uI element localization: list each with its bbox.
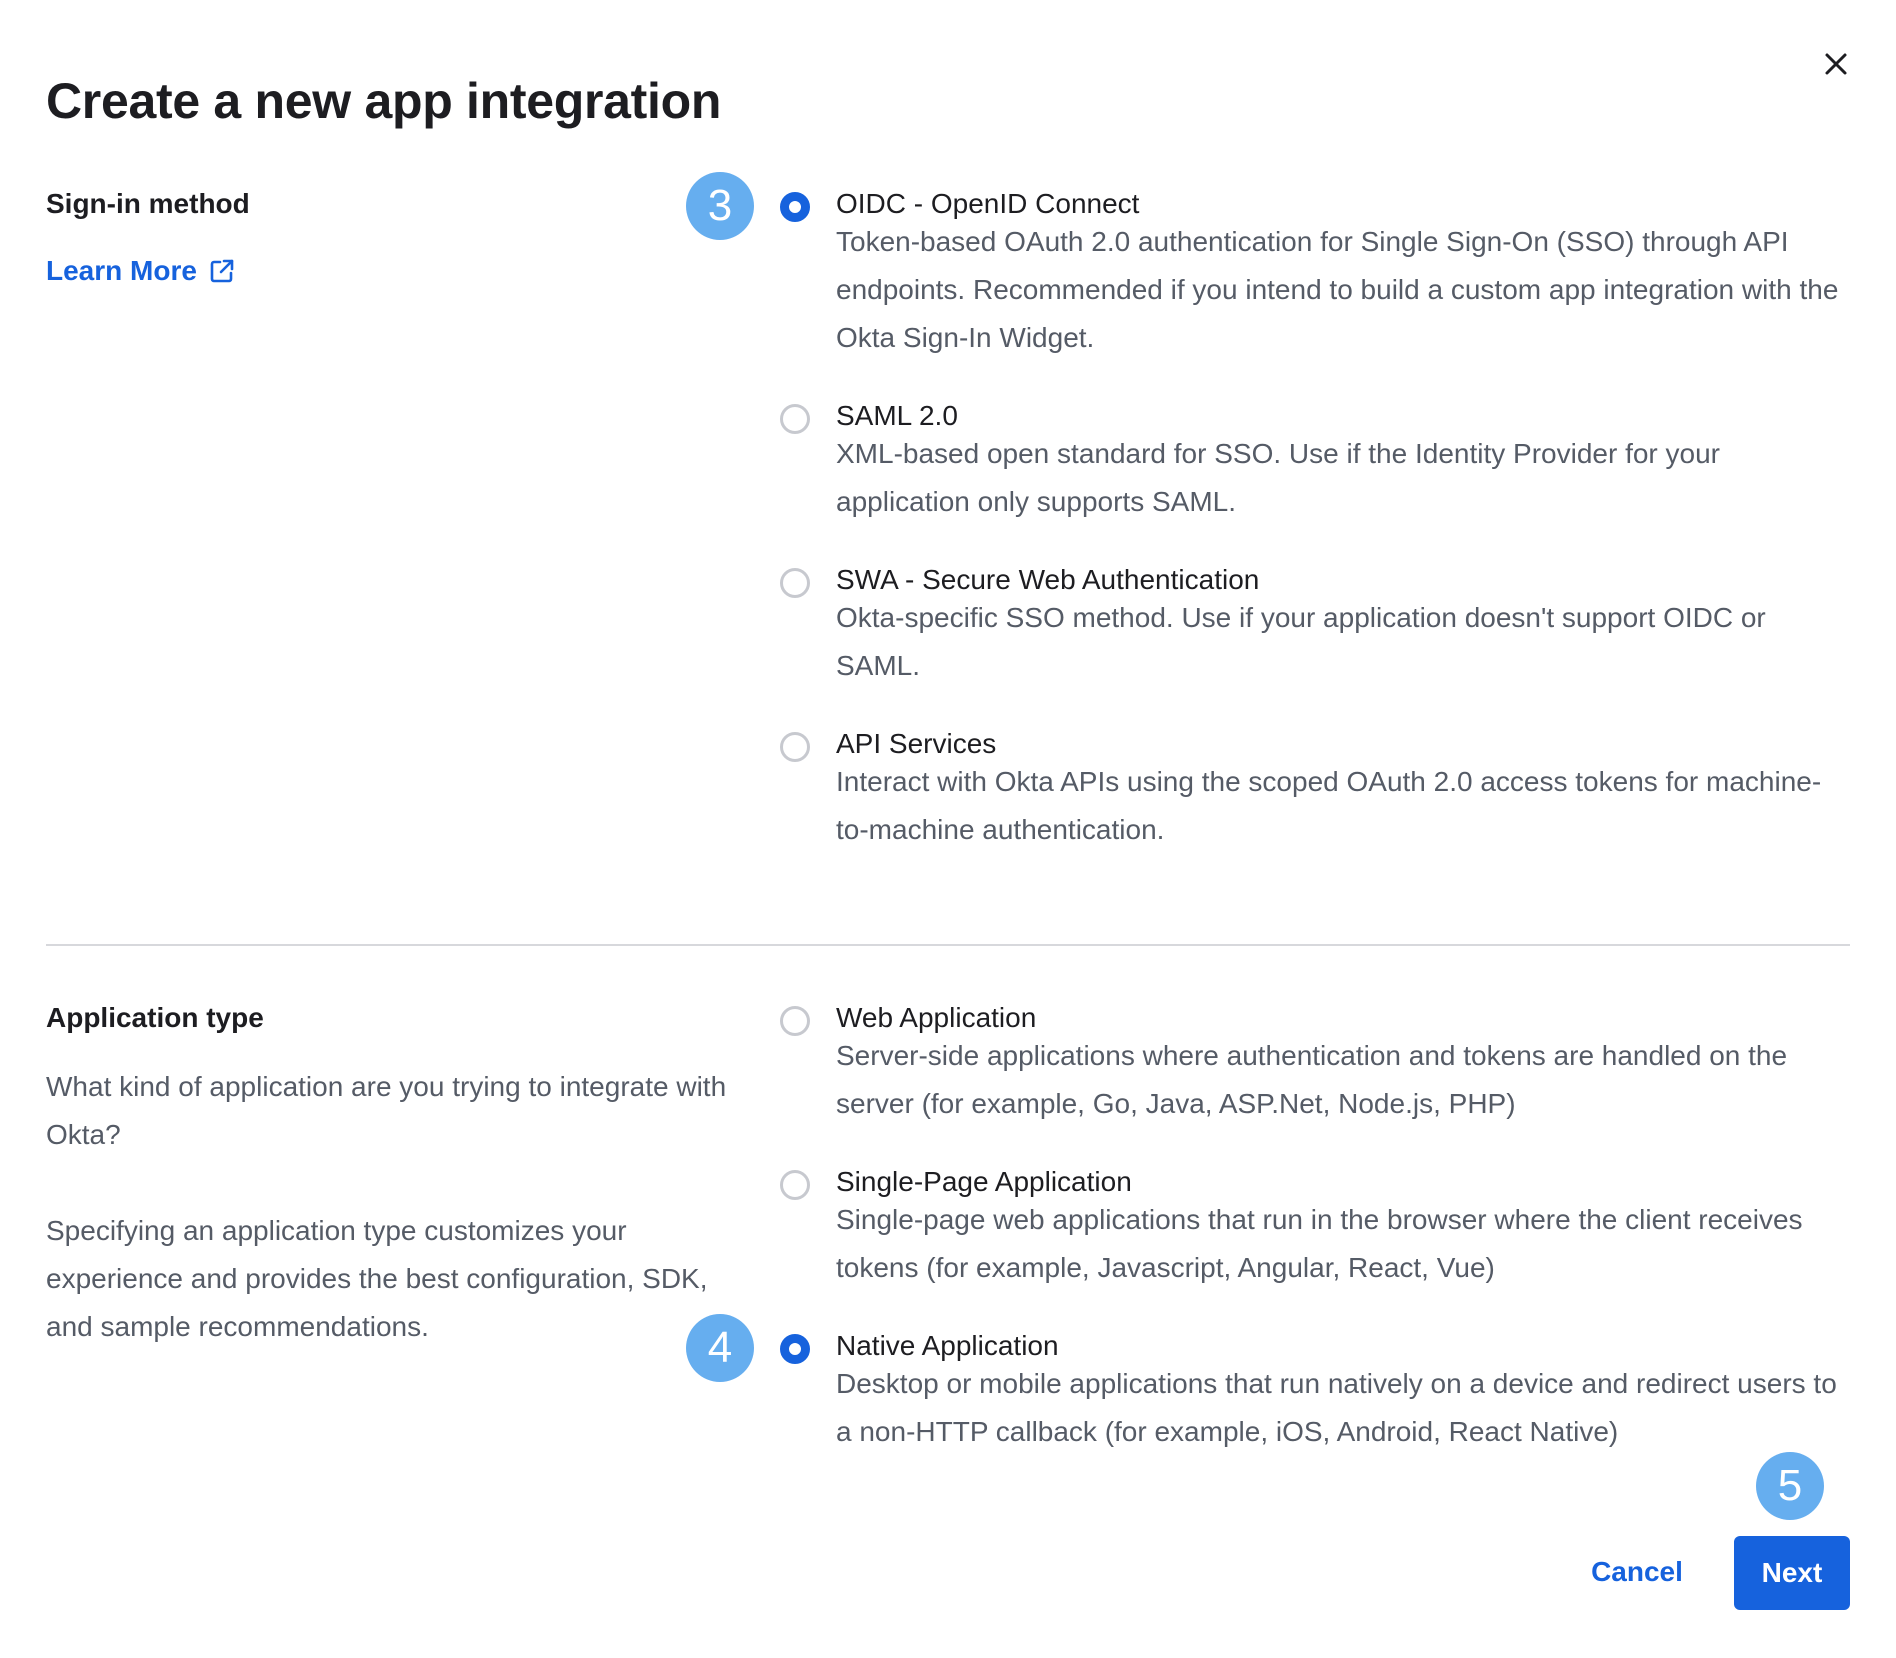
external-link-icon (210, 259, 234, 283)
option-description: Okta-specific SSO method. Use if your ap… (836, 602, 1766, 681)
option-description: Server-side applications where authentic… (836, 1040, 1788, 1119)
close-button[interactable] (1816, 44, 1856, 84)
section-divider (46, 944, 1850, 946)
option-description: Desktop or mobile applications that run … (836, 1368, 1837, 1447)
application-type-explanation: Specifying an application type customize… (46, 1215, 708, 1342)
radio-saml[interactable] (780, 404, 810, 434)
radio-native-application[interactable] (780, 1334, 810, 1364)
next-button[interactable]: Next (1734, 1536, 1850, 1610)
cancel-button[interactable]: Cancel (1570, 1536, 1704, 1608)
radio-single-page-application[interactable] (780, 1170, 810, 1200)
radio-web-application[interactable] (780, 1006, 810, 1036)
option-title[interactable]: Web Application (836, 1002, 1036, 1034)
option-title[interactable]: Single-Page Application (836, 1166, 1132, 1198)
radio-api-services[interactable] (780, 732, 810, 762)
dialog-title: Create a new app integration (46, 73, 722, 129)
sign-in-method-label: Sign-in method (46, 188, 250, 219)
option-title[interactable]: API Services (836, 728, 996, 760)
create-app-integration-dialog: Create a new app integration Sign-in met… (0, 0, 1896, 1658)
option-description: Token-based OAuth 2.0 authentication for… (836, 226, 1839, 353)
option-title[interactable]: SAML 2.0 (836, 400, 958, 432)
learn-more-link[interactable]: Learn More (46, 255, 235, 287)
option-description: Single-page web applications that run in… (836, 1204, 1803, 1283)
option-title[interactable]: Native Application (836, 1330, 1059, 1362)
radio-oidc[interactable] (780, 192, 810, 222)
application-type-question: What kind of application are you trying … (46, 1071, 727, 1150)
option-title[interactable]: OIDC - OpenID Connect (836, 188, 1139, 220)
close-icon (1825, 53, 1847, 75)
option-description: Interact with Okta APIs using the scoped… (836, 766, 1822, 845)
step-3-badge: 3 (686, 172, 754, 240)
option-description: XML-based open standard for SSO. Use if … (836, 438, 1720, 517)
option-title[interactable]: SWA - Secure Web Authentication (836, 564, 1259, 596)
application-type-label: Application type (46, 1002, 264, 1033)
learn-more-label: Learn More (46, 255, 197, 286)
step-4-badge: 4 (686, 1314, 754, 1382)
radio-swa[interactable] (780, 568, 810, 598)
step-5-badge: 5 (1756, 1452, 1824, 1520)
